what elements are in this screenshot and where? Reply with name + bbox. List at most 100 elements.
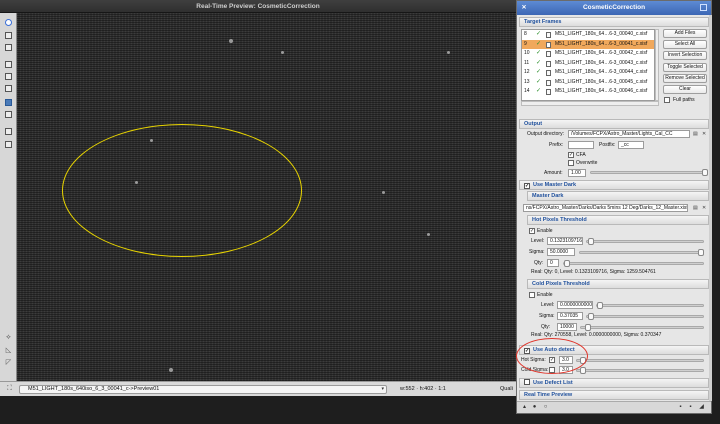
check-icon[interactable]: ✓ [536,78,541,88]
frame-row-12[interactable]: 12 ✓ M51_LIGHT_180s_64…6-3_00044_c.xisf [522,68,654,78]
check-icon[interactable]: ✓ [536,87,541,97]
zoom-out-icon[interactable] [2,83,15,93]
zoom-in-icon[interactable] [2,71,15,81]
shade-icon[interactable] [700,4,707,11]
hot-qty-slider-handle[interactable] [564,260,570,267]
check-icon[interactable]: ✓ [536,59,541,69]
section-use-master-dark[interactable]: ✓ Use Master Dark [519,180,709,190]
frames-vertical-scrollbar[interactable] [655,29,659,101]
cold-sigma-slider[interactable] [586,313,704,320]
add-files-button[interactable]: Add Files [663,29,707,38]
use-defect-list-label: Use Defect List [533,380,573,386]
use-master-dark-checkbox[interactable]: ✓ [524,183,530,189]
frame-row-9[interactable]: 9 ✓ M51_LIGHT_180s_64…6-3_00041_c.xisf [522,39,654,50]
cold-sigma-input[interactable]: 0.37035 [557,312,583,320]
hot-qty-input[interactable]: 0 [547,259,559,267]
cold-qty-slider[interactable] [580,324,704,331]
frame-row-13[interactable]: 13 ✓ M51_LIGHT_180s_64…6-3_00045_c.xisf [522,78,654,88]
clear-button[interactable]: Clear [663,85,707,94]
remove-selected-button[interactable]: Remove Selected [663,74,707,83]
section-real-time-preview[interactable]: Real Time Preview [519,390,709,400]
target-frames-list[interactable]: 8 ✓ M51_LIGHT_180s_64…6-3_00040_c.xisf 9… [521,29,655,101]
cold-sigma-auto-slider-handle[interactable] [580,367,586,374]
hot-enable-checkbox[interactable]: ✓ [529,228,535,234]
cold-level-slider[interactable] [596,302,704,309]
hot-real-info: Real: Qty: 0, Level: 0.1323109716, Sigma… [531,269,656,275]
fit-icon[interactable] [2,59,15,69]
postfix-input[interactable]: _cc [618,141,644,149]
overwrite-checkbox[interactable] [568,160,574,166]
preview-image[interactable] [17,13,516,381]
pan-icon[interactable] [2,109,15,119]
track-icon[interactable]: ⟡ [2,333,15,343]
section-master-dark[interactable]: Master Dark [527,191,709,201]
hot-level-input[interactable]: 0.1323109716 [547,237,583,245]
resize-icon[interactable]: ◺ [2,345,15,355]
clear-field-icon[interactable]: ✕ [702,131,706,137]
full-paths-checkbox[interactable] [664,97,670,103]
layers-icon[interactable] [2,42,15,52]
star [281,51,284,54]
amount-slider-handle[interactable] [702,169,708,176]
hot-sigma-slider-handle[interactable] [698,249,704,256]
folder-icon[interactable]: ▤ [693,205,698,211]
frame-name: M51_LIGHT_180s_64…6-3_00042_c.xisf [555,50,648,56]
section-output[interactable]: Output [519,119,709,129]
output-directory-input[interactable]: /Volumes/FCPX/Astro_Master/Lights_Cal_CC [568,130,690,138]
frame-row-14[interactable]: 14 ✓ M51_LIGHT_180s_64…6-3_00046_c.xisf [522,87,654,97]
corner-icon[interactable]: ◸ [2,357,15,367]
check-icon[interactable]: ✓ [536,40,541,50]
frame-row-11[interactable]: 11 ✓ M51_LIGHT_180s_64…6-3_00043_c.xisf [522,59,654,69]
close-icon[interactable]: ✕ [521,5,527,11]
file-icon [546,32,551,38]
hot-sigma-slider[interactable] [579,249,704,256]
real-time-preview-icon[interactable]: ○ [542,404,549,411]
hot-sigma-input[interactable]: 50.0000 [547,248,575,256]
amount-slider[interactable] [590,169,708,176]
check-icon[interactable]: ✓ [536,49,541,59]
toggle-selected-button[interactable]: Toggle Selected [663,63,707,72]
view-selector[interactable]: M51_LIGHT_180s_640iso_6_3_00041_c->Previ… [19,385,387,394]
use-defect-list-checkbox[interactable] [524,379,530,385]
grid-icon[interactable] [2,139,15,149]
resize-grip-icon[interactable]: ◢ [698,404,705,411]
check-icon[interactable]: ✓ [536,68,541,78]
folder-icon[interactable]: ▤ [693,131,698,137]
hot-qty-slider[interactable] [563,260,704,267]
cold-qty-slider-handle[interactable] [585,324,591,331]
zoom-tool-icon[interactable] [2,17,15,27]
cold-level-slider-handle[interactable] [597,302,603,309]
readout-icon[interactable] [2,97,15,107]
prefix-input[interactable] [568,141,594,149]
fullscreen-icon[interactable]: ⛶ [3,384,16,394]
documentation-icon[interactable]: ▪ [677,404,684,411]
section-hot-pixels-threshold[interactable]: Hot Pixels Threshold [527,215,709,225]
cold-qty-input[interactable]: 10000 [557,323,577,331]
cfa-checkbox[interactable]: ✓ [568,152,574,158]
new-instance-icon[interactable]: ▴ [521,404,528,411]
section-target-frames[interactable]: Target Frames [519,17,709,27]
cold-level-input[interactable]: 0.0000000000 [557,301,593,309]
section-use-defect-list[interactable]: Use Defect List [519,378,709,388]
frame-row-8[interactable]: 8 ✓ M51_LIGHT_180s_64…6-3_00040_c.xisf [522,30,654,40]
cold-sigma-slider-handle[interactable] [588,313,594,320]
camera-icon[interactable] [2,126,15,136]
hot-level-slider-handle[interactable] [588,238,594,245]
invert-selection-button[interactable]: Invert Selection [663,51,707,60]
dialog-scrollbar[interactable] [709,15,712,401]
frame-row-10[interactable]: 10 ✓ M51_LIGHT_180s_64…6-3_00042_c.xisf [522,49,654,59]
select-all-button[interactable]: Select All [663,40,707,49]
cold-sigma-auto-slider[interactable] [576,367,704,374]
frames-horizontal-scrollbar[interactable] [521,101,659,106]
hot-level-slider[interactable] [586,238,704,245]
reset-icon[interactable]: ▪ [687,404,694,411]
check-icon[interactable]: ✓ [536,30,541,40]
amount-input[interactable]: 1.00 [568,169,586,177]
apply-global-icon[interactable]: ● [531,404,538,411]
master-dark-path-input[interactable]: ns/FCPX/Astro_Master/Darks/Darks 5mins 1… [523,204,688,212]
section-cold-pixels-threshold[interactable]: Cold Pixels Threshold [527,279,709,289]
hot-sigma-auto-slider[interactable] [576,357,704,364]
clear-field-icon[interactable]: ✕ [702,205,706,211]
cold-enable-checkbox[interactable] [529,292,535,298]
window-icon[interactable] [2,30,15,40]
